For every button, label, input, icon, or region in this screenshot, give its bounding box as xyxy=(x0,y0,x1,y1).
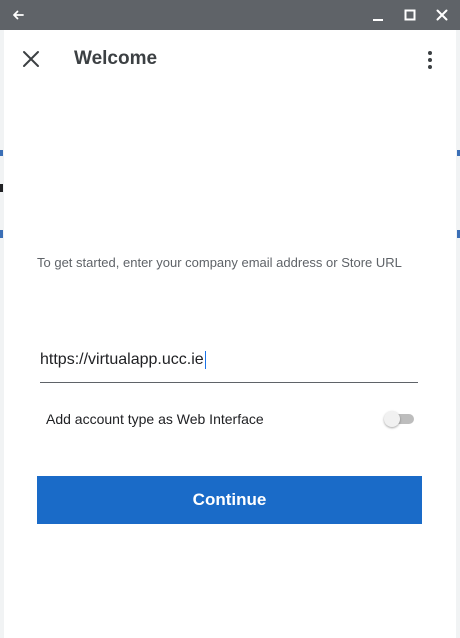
web-interface-toggle[interactable] xyxy=(384,411,414,427)
background-window-mark xyxy=(0,230,3,238)
app-window: Welcome To get started, enter your compa… xyxy=(0,0,460,638)
arrow-left-icon[interactable] xyxy=(8,5,28,25)
background-window-mark xyxy=(0,150,3,156)
store-url-input[interactable]: https://virtualapp.ucc.ie xyxy=(40,346,418,383)
window-titlebar xyxy=(0,0,460,30)
instructions-text: To get started, enter your company email… xyxy=(37,255,402,270)
background-window-edge-left xyxy=(0,30,4,638)
store-url-value: https://virtualapp.ucc.ie xyxy=(40,351,204,368)
background-window-mark xyxy=(0,184,3,192)
page-title: Welcome xyxy=(74,48,158,69)
background-window-edge-right xyxy=(456,30,460,638)
close-icon[interactable] xyxy=(432,5,452,25)
close-x-icon[interactable] xyxy=(20,48,42,70)
minimize-icon[interactable] xyxy=(368,5,388,25)
text-caret xyxy=(204,350,206,369)
web-interface-toggle-label: Add account type as Web Interface xyxy=(46,411,264,427)
more-vertical-icon[interactable] xyxy=(418,48,442,72)
toggle-knob xyxy=(384,411,400,427)
continue-button[interactable]: Continue xyxy=(37,476,422,524)
maximize-icon[interactable] xyxy=(400,5,420,25)
app-bar: Welcome xyxy=(4,30,456,88)
